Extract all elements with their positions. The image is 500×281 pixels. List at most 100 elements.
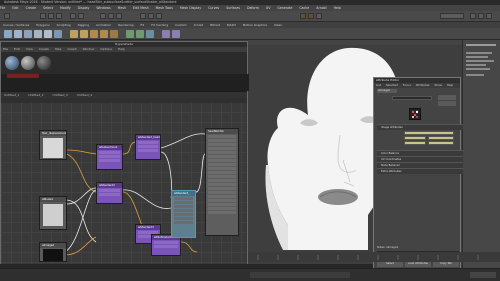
menu-help[interactable]: Help (334, 6, 341, 10)
node-editor-graph[interactable]: Untitled_1 Untitled_2 Untitled_3 Untitle… (1, 92, 247, 264)
shading-group-node[interactable]: headSkinSG (205, 128, 239, 236)
selected-shader-node[interactable]: aiStandard_ (171, 190, 196, 238)
mirror-icon[interactable] (172, 30, 180, 38)
hs-menu-tabs[interactable]: Tabs (55, 47, 62, 51)
plane-icon[interactable] (44, 30, 52, 38)
render-settings-icon[interactable] (316, 13, 322, 19)
playback-controls[interactable] (470, 272, 496, 278)
shelf-tab[interactable]: Motion Graphics (243, 23, 267, 27)
select-hierarchy-icon[interactable] (100, 13, 106, 19)
list-item[interactable] (466, 60, 494, 62)
sphere-icon[interactable] (4, 30, 12, 38)
menu-cache[interactable]: Cache (299, 6, 309, 10)
presets-button[interactable] (438, 101, 456, 106)
search-field[interactable] (440, 13, 464, 19)
smooth-icon[interactable] (162, 30, 170, 38)
focus-button[interactable] (438, 95, 456, 100)
filename-field[interactable] (404, 131, 454, 135)
shelf-tab[interactable]: FX (141, 23, 145, 27)
save-scene-icon[interactable] (56, 13, 62, 19)
menu-mesh[interactable]: Mesh (118, 6, 126, 10)
shelf-tab[interactable]: Polygons (36, 23, 49, 27)
hs-menu-options[interactable]: Options (100, 47, 112, 51)
snap-curve-icon[interactable] (148, 13, 154, 19)
snap-grid-icon[interactable] (140, 13, 146, 19)
subsurface-node[interactable]: aiSubsurface1 (96, 144, 123, 170)
menu-modify[interactable]: Modify (60, 6, 71, 10)
shelf-tab[interactable]: FX Caching (151, 23, 168, 27)
open-scene-icon[interactable] (48, 13, 54, 19)
time-slider[interactable] (248, 252, 500, 262)
shelf-tab[interactable]: Rendering (118, 23, 133, 27)
shelf-tab[interactable]: XGen (274, 23, 282, 27)
shelf-tab[interactable]: Curves / Surfaces (3, 23, 29, 27)
file-texture-node[interactable]: file1_displacement_DISP.tif (39, 130, 67, 160)
section-image-attributes[interactable]: Image Attributes (377, 124, 463, 130)
hs-menu-file[interactable]: File (3, 47, 8, 51)
select-object-icon[interactable] (108, 13, 114, 19)
ae-menu-attributes[interactable]: Attributes (416, 83, 430, 87)
multi-cut-icon[interactable] (126, 30, 134, 38)
hs-menu-create[interactable]: Create (39, 47, 49, 51)
mipmap-bias-field[interactable] (404, 141, 426, 145)
node-tab[interactable]: aiImage2 (377, 89, 397, 93)
redo-icon[interactable] (78, 13, 84, 19)
range-slider[interactable] (250, 272, 350, 278)
ae-menu-list[interactable]: List (376, 83, 381, 87)
shelf-tab[interactable]: Animation (96, 23, 111, 27)
extrude-icon[interactable] (90, 30, 98, 38)
shader-node[interactable]: aiStandard_headSkinSSS (135, 134, 161, 160)
ae-menu-show[interactable]: Show (434, 83, 442, 87)
combine-icon[interactable] (70, 30, 78, 38)
shelf-tab[interactable]: Rigging (78, 23, 89, 27)
shelf-tab[interactable]: MASH (227, 23, 236, 27)
render-icon[interactable] (300, 13, 306, 19)
material-swatch[interactable] (21, 56, 35, 70)
section-extra-attributes[interactable]: Extra Attributes (377, 168, 463, 174)
menu-edit[interactable]: Edit (12, 6, 18, 10)
menu-create[interactable]: Create (26, 6, 37, 10)
bevel-icon[interactable] (100, 30, 108, 38)
menu-arnold[interactable]: Arnold (316, 6, 326, 10)
cone-icon[interactable] (34, 30, 42, 38)
hs-menu-graph[interactable]: Graph (67, 47, 76, 51)
shelf-tab[interactable]: Sculpting (57, 23, 71, 27)
mode-dropdown[interactable] (4, 13, 10, 19)
node-name-field[interactable] (392, 96, 432, 100)
list-item[interactable] (466, 56, 488, 58)
menu-generate[interactable]: Generate (277, 6, 292, 10)
ae-menu-help[interactable]: Help (447, 83, 453, 87)
menu-mesh-display[interactable]: Mesh Display (180, 6, 201, 10)
torus-icon[interactable] (54, 30, 62, 38)
hs-menu-view[interactable]: View (26, 47, 33, 51)
material-swatch[interactable] (5, 56, 19, 70)
material-swatch[interactable] (37, 56, 51, 70)
ae-menu-focus[interactable]: Focus (403, 83, 411, 87)
menu-mesh-tools[interactable]: Mesh Tools (156, 6, 173, 10)
shader-node[interactable]: aiStandard2 (96, 182, 123, 204)
quad-draw-icon[interactable] (146, 30, 154, 38)
swrap-field[interactable] (428, 141, 454, 145)
ae-menu-selected[interactable]: Selected (386, 83, 398, 87)
shelf-tab[interactable]: Bifrost (210, 23, 220, 27)
filter-field[interactable] (428, 136, 454, 140)
new-scene-icon[interactable] (40, 13, 46, 19)
menu-windows[interactable]: Windows (96, 6, 110, 10)
hs-menu-help[interactable]: Help (118, 47, 125, 51)
shelf-tab[interactable]: Arnold (194, 23, 204, 27)
menu-curves[interactable]: Curves (208, 6, 219, 10)
menu-select[interactable]: Select (43, 6, 53, 10)
ipr-render-icon[interactable] (308, 13, 314, 19)
hs-menu-window[interactable]: Window (83, 47, 95, 51)
menu-file[interactable]: File (0, 6, 5, 10)
cube-icon[interactable] (14, 30, 22, 38)
menu-surfaces[interactable]: Surfaces (226, 6, 240, 10)
tool-settings-toggle-icon[interactable] (478, 13, 484, 19)
color-space-field[interactable] (404, 136, 426, 140)
attribute-editor-toggle-icon[interactable] (470, 13, 476, 19)
noise-node[interactable]: aiNoise1 (39, 196, 67, 230)
separate-icon[interactable] (80, 30, 88, 38)
hs-menu-edit[interactable]: Edit (14, 47, 20, 51)
list-item[interactable] (466, 68, 490, 70)
menu-uv[interactable]: UV (266, 6, 271, 10)
